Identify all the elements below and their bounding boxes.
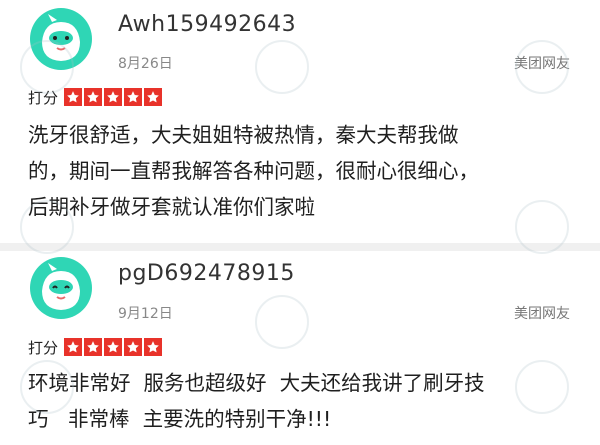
star-icon	[84, 338, 103, 356]
watermark	[255, 40, 309, 94]
star-rating	[64, 88, 164, 106]
review-text-line: 洗牙很舒适，大夫姐姐特被热情，秦大夫帮我做	[28, 123, 459, 147]
watermark	[515, 200, 569, 254]
watermark	[20, 360, 74, 414]
review-text-line: 巧 非常棒 主要洗的特别干净!!!	[28, 407, 332, 431]
review-card-1: Awh159492643 8月26日 美团网友 打分 洗牙很舒适，大夫姐姐特被热…	[0, 0, 600, 245]
review-text: 洗牙很舒适，大夫姐姐特被热情，秦大夫帮我做 的，期间一直帮我解答各种问题，很耐心…	[28, 117, 588, 225]
username[interactable]: Awh159492643	[118, 12, 296, 37]
star-icon	[84, 88, 103, 106]
review-text: 环境非常好 服务也超级好 大夫还给我讲了刷牙技 巧 非常棒 主要洗的特别干净!!…	[28, 365, 588, 437]
rating-row: 打分	[28, 336, 164, 358]
star-icon	[104, 338, 123, 356]
star-icon	[64, 88, 83, 106]
avatar[interactable]	[30, 257, 92, 319]
watermark	[255, 295, 309, 349]
star-icon	[124, 338, 143, 356]
rating-label: 打分	[28, 338, 59, 357]
star-icon	[64, 338, 83, 356]
star-icon	[144, 88, 163, 106]
watermark	[20, 200, 74, 254]
review-text-line: 后期补牙做牙套就认准你们家啦	[28, 195, 315, 219]
watermark	[515, 40, 569, 94]
avatar-icon	[30, 257, 92, 319]
star-icon	[104, 88, 123, 106]
username[interactable]: pgD692478915	[118, 261, 295, 286]
review-text-line: 的，期间一直帮我解答各种问题，很耐心很细心，	[28, 159, 479, 183]
watermark	[20, 40, 74, 94]
star-icon	[124, 88, 143, 106]
divider	[0, 243, 600, 251]
review-text-line: 环境非常好 服务也超级好 大夫还给我讲了刷牙技	[28, 371, 485, 395]
review-date: 8月26日	[118, 56, 173, 72]
review-source: 美团网友	[514, 306, 570, 322]
star-icon	[144, 338, 163, 356]
star-rating	[64, 338, 164, 356]
watermark	[515, 360, 569, 414]
review-date: 9月12日	[118, 306, 173, 322]
review-card-2: pgD692478915 9月12日 美团网友 打分 环境非常好 服务也超级好 …	[0, 251, 600, 445]
